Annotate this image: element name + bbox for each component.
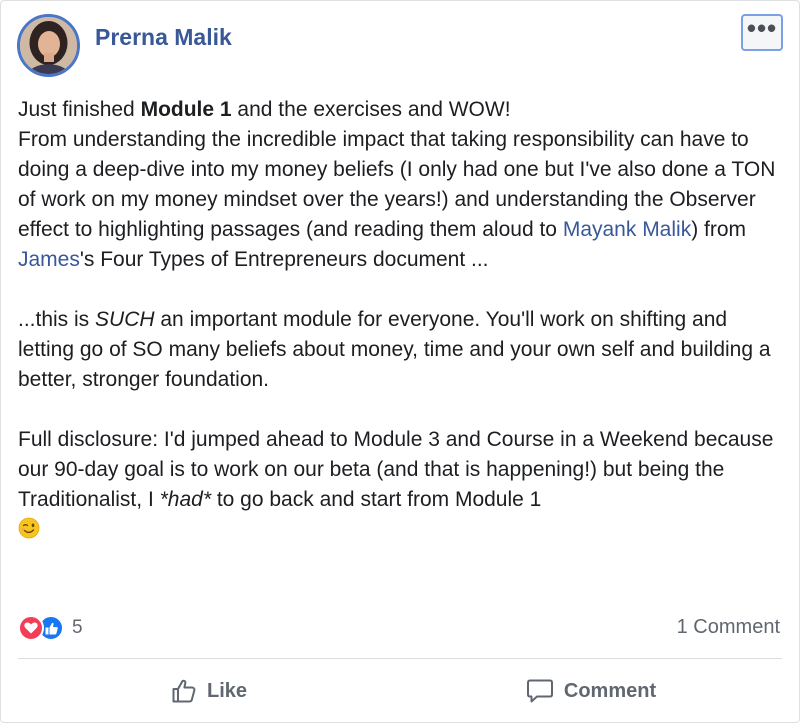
- like-button[interactable]: Like: [18, 665, 400, 717]
- text-span: Just finished: [18, 98, 141, 121]
- bold-text: Module 1: [140, 98, 232, 121]
- author-avatar[interactable]: [17, 14, 80, 77]
- text-span: to go back and start from Module 1: [211, 488, 542, 511]
- love-reaction-icon: [18, 615, 44, 641]
- text-span: 's Four Types of Entrepreneurs document …: [79, 248, 489, 271]
- comment-count-link[interactable]: 1 Comment: [677, 616, 780, 639]
- post-header: Prerna Malik •••: [17, 14, 783, 84]
- more-options-button[interactable]: •••: [741, 14, 783, 51]
- like-label: Like: [206, 679, 248, 702]
- post-text: Just finished Module 1 and the exercises…: [18, 95, 788, 545]
- italic-text: *had*: [159, 488, 211, 511]
- divider: [18, 658, 782, 659]
- paragraph-3: Full disclosure: I'd jumped ahead to Mod…: [18, 425, 788, 545]
- comment-icon: [526, 679, 553, 703]
- paragraph-1: From understanding the incredible impact…: [18, 125, 788, 275]
- paragraph-2: ...this is SUCH an important module for …: [18, 305, 788, 395]
- thumbs-up-icon: [172, 679, 196, 703]
- reaction-count: 5: [72, 617, 83, 638]
- reactions-summary[interactable]: 5: [18, 614, 83, 642]
- avatar-photo: [20, 17, 77, 74]
- mention-james[interactable]: James: [18, 248, 80, 271]
- comment-label: Comment: [563, 679, 657, 702]
- paragraph-intro: Just finished Module 1 and the exercises…: [18, 95, 788, 125]
- post-actions: Like Comment: [18, 665, 782, 717]
- author-name[interactable]: Prerna Malik: [95, 24, 232, 51]
- text-span: and the exercises and WOW!: [231, 98, 511, 121]
- comment-button[interactable]: Comment: [400, 665, 782, 717]
- text-span: ) from: [691, 218, 747, 241]
- italic-text: SUCH: [95, 308, 155, 331]
- more-options-icon: •••: [746, 12, 778, 43]
- wink-emoji-icon: [18, 517, 40, 539]
- mention-mayank-malik[interactable]: Mayank Malik: [563, 218, 691, 241]
- post-card: Prerna Malik ••• Just finished Module 1 …: [0, 0, 800, 723]
- text-span: ...this is: [18, 308, 96, 331]
